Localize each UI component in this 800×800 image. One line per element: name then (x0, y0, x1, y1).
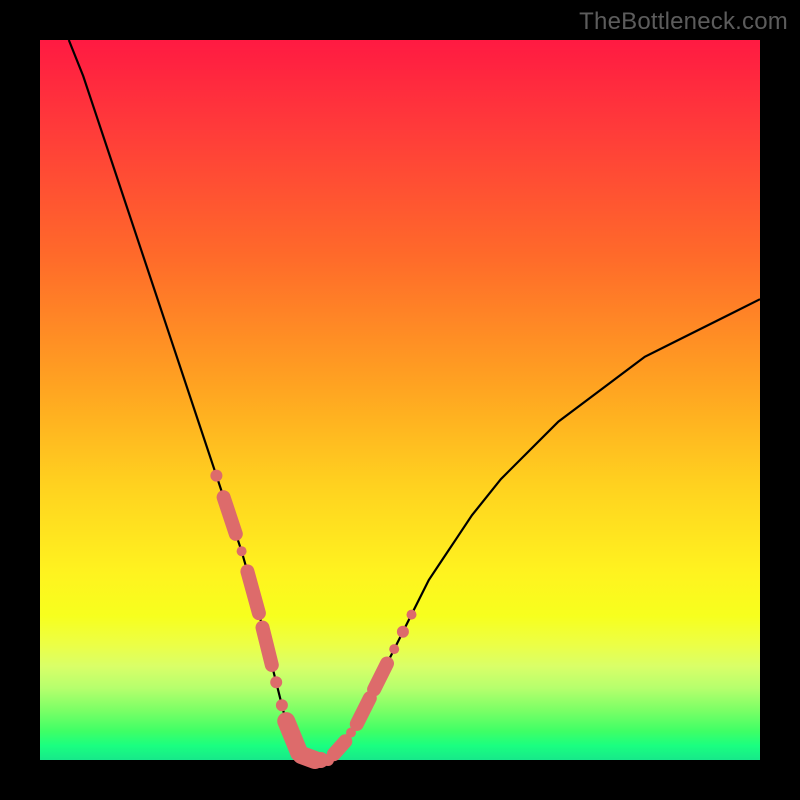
bead-left (210, 470, 222, 482)
bead-left (237, 546, 247, 556)
bead-left (270, 676, 282, 688)
bead-left-pill (247, 571, 259, 613)
plot-area (40, 40, 760, 760)
bead-right-pill (374, 664, 387, 690)
bottleneck-curve (69, 40, 760, 760)
bead-left-pill (224, 497, 236, 534)
chart-frame: TheBottleneck.com (0, 0, 800, 800)
bead-right (397, 626, 409, 638)
bead-left (276, 699, 288, 711)
bead-right-pill (334, 741, 346, 754)
bead-left-pill (263, 628, 272, 666)
attribution-text: TheBottleneck.com (579, 8, 788, 36)
curve-layer (40, 40, 760, 760)
bead-right (407, 610, 417, 620)
bead-right (389, 644, 399, 654)
bead-group (210, 470, 416, 768)
bead-right-pill (357, 698, 370, 724)
